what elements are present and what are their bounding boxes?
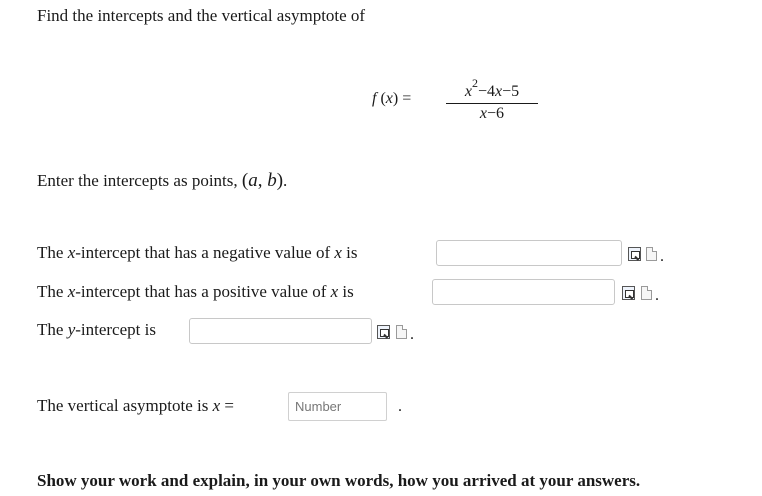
question-intro: Find the intercepts and the vertical asy… xyxy=(37,6,366,25)
y-intercept-answer-box[interactable] xyxy=(189,318,372,344)
intercepts-instruction: Enter the intercepts as points, (a, b). xyxy=(37,170,288,191)
punctuation-dot: . xyxy=(410,326,414,343)
pos-x-intercept-answer-box[interactable] xyxy=(432,279,615,305)
neg-x-intercept-prompt: The x-intercept that has a negative valu… xyxy=(37,243,358,262)
vertical-asymptote-prompt: The vertical asymptote is x = xyxy=(37,396,235,415)
document-icon[interactable] xyxy=(396,325,407,339)
work-instruction: Show your work and explain, in your own … xyxy=(37,471,641,490)
y-intercept-prompt: The y-intercept is xyxy=(37,320,156,339)
preview-icon[interactable] xyxy=(622,286,635,300)
document-icon[interactable] xyxy=(641,286,652,300)
preview-icon[interactable] xyxy=(628,247,641,261)
punctuation-dot: . xyxy=(655,287,659,304)
document-icon[interactable] xyxy=(646,247,657,261)
punctuation-dot: . xyxy=(660,248,664,265)
preview-icon[interactable] xyxy=(377,325,390,339)
function-fraction: x2−4x−5 x−6 xyxy=(446,76,538,123)
function-denominator: x−6 xyxy=(479,105,505,122)
vertical-asymptote-input[interactable] xyxy=(288,392,387,421)
neg-x-intercept-answer-box[interactable] xyxy=(436,240,622,266)
function-numerator: x2−4x−5 xyxy=(446,76,538,104)
punctuation-dot: . xyxy=(398,398,402,415)
pos-x-intercept-prompt: The x-intercept that has a positive valu… xyxy=(37,282,354,301)
function-label: f (x) = xyxy=(372,90,412,107)
